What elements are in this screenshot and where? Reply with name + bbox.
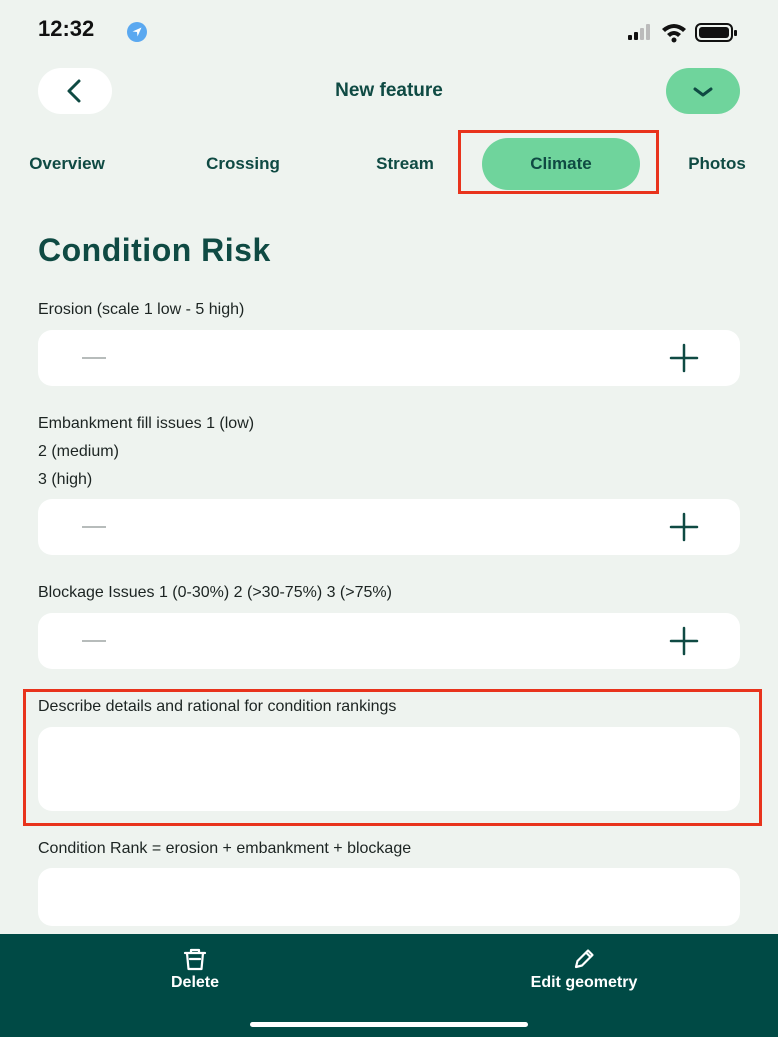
plus-icon[interactable] <box>668 625 700 657</box>
minus-icon[interactable] <box>82 526 106 528</box>
minus-icon[interactable] <box>82 357 106 359</box>
checkmark-icon <box>693 87 713 97</box>
tab-stream[interactable]: Stream <box>352 138 458 190</box>
status-time: 12:32 <box>38 16 95 41</box>
plus-icon[interactable] <box>668 342 700 374</box>
tab-bar: Overview Crossing Stream Climate Photos <box>0 138 778 190</box>
blockage-label: Blockage Issues 1 (0-30%) 2 (>30-75%) 3 … <box>38 584 392 601</box>
erosion-label: Erosion (scale 1 low - 5 high) <box>38 301 245 318</box>
delete-label: Delete <box>170 974 220 991</box>
highlight-box-details <box>23 689 762 826</box>
section-title: Condition Risk <box>38 232 271 268</box>
signal-icon <box>628 24 650 40</box>
system-status-icons <box>628 23 737 43</box>
blockage-stepper <box>38 613 740 669</box>
condition-rank-label: Condition Rank = erosion + embankment + … <box>38 840 412 857</box>
embankment-stepper <box>38 499 740 555</box>
embankment-label-line-2: 2 (medium) <box>38 443 119 460</box>
wifi-icon <box>662 24 686 43</box>
location-arrow-icon <box>127 22 147 42</box>
page-title: New feature <box>335 80 443 101</box>
minus-icon[interactable] <box>82 640 106 642</box>
tab-overview[interactable]: Overview <box>0 138 134 190</box>
condition-rank-field[interactable] <box>38 868 740 926</box>
delete-button[interactable]: Delete <box>100 934 290 1014</box>
tab-photos[interactable]: Photos <box>672 138 762 190</box>
bottom-action-bar: Delete Edit geometry <box>0 934 778 1037</box>
tab-crossing[interactable]: Crossing <box>178 138 308 190</box>
embankment-label-line-3: 3 (high) <box>38 471 93 488</box>
embankment-label-line-1: Embankment fill issues 1 (low) <box>38 415 255 432</box>
edit-geometry-label: Edit geometry <box>530 974 638 991</box>
pencil-icon <box>574 949 594 969</box>
edit-geometry-button[interactable]: Edit geometry <box>474 934 694 1014</box>
trash-icon <box>183 948 207 971</box>
header-bar: New feature <box>0 68 778 116</box>
battery-icon <box>695 23 737 42</box>
home-indicator[interactable] <box>250 1022 528 1027</box>
confirm-button[interactable] <box>666 68 740 114</box>
plus-icon[interactable] <box>668 511 700 543</box>
highlight-box-tab <box>458 130 659 194</box>
status-bar: 12:32 <box>0 0 778 60</box>
erosion-stepper <box>38 330 740 386</box>
